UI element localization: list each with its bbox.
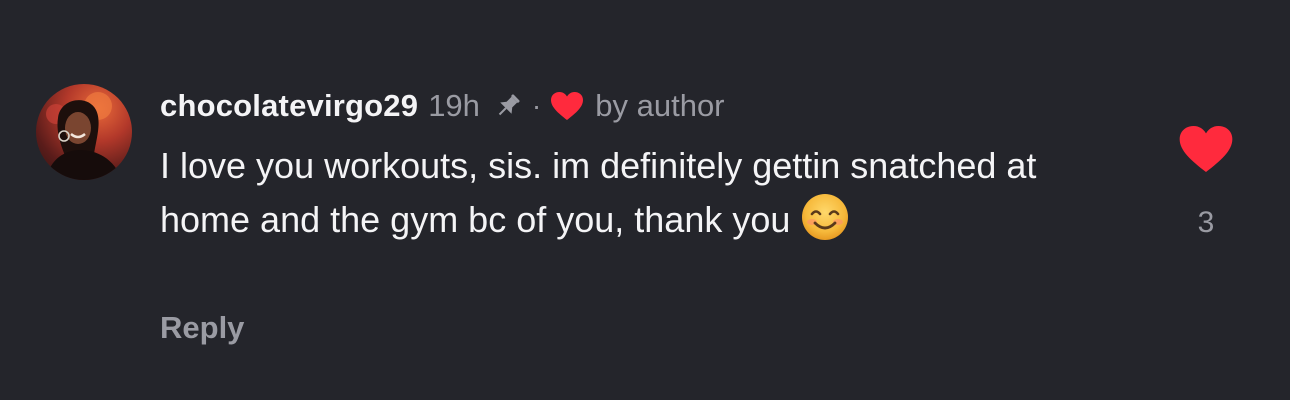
username[interactable]: chocolatevirgo29 xyxy=(160,88,418,124)
like-control: 3 xyxy=(1176,124,1236,240)
comment-body: I love you workouts, sis. im definitely … xyxy=(160,140,1120,246)
comment-text: I love you workouts, sis. im definitely … xyxy=(160,145,1037,240)
comment-content: chocolatevirgo29 19h · by author I love … xyxy=(160,86,1120,246)
like-heart-icon[interactable] xyxy=(1178,124,1234,176)
pin-icon xyxy=(492,90,524,122)
timestamp: 19h xyxy=(428,88,480,123)
avatar[interactable] xyxy=(36,84,132,180)
smiling-face-emoji xyxy=(800,192,850,242)
avatar-photo xyxy=(46,92,122,180)
liked-by-author-label: by author xyxy=(595,88,725,123)
comment-item: chocolatevirgo29 19h · by author I love … xyxy=(0,0,1290,400)
separator-dot: · xyxy=(531,90,542,121)
heart-icon xyxy=(549,89,585,123)
reply-button[interactable]: Reply xyxy=(160,310,244,346)
like-count: 3 xyxy=(1197,206,1215,239)
comment-meta: chocolatevirgo29 19h · by author xyxy=(160,86,1120,126)
